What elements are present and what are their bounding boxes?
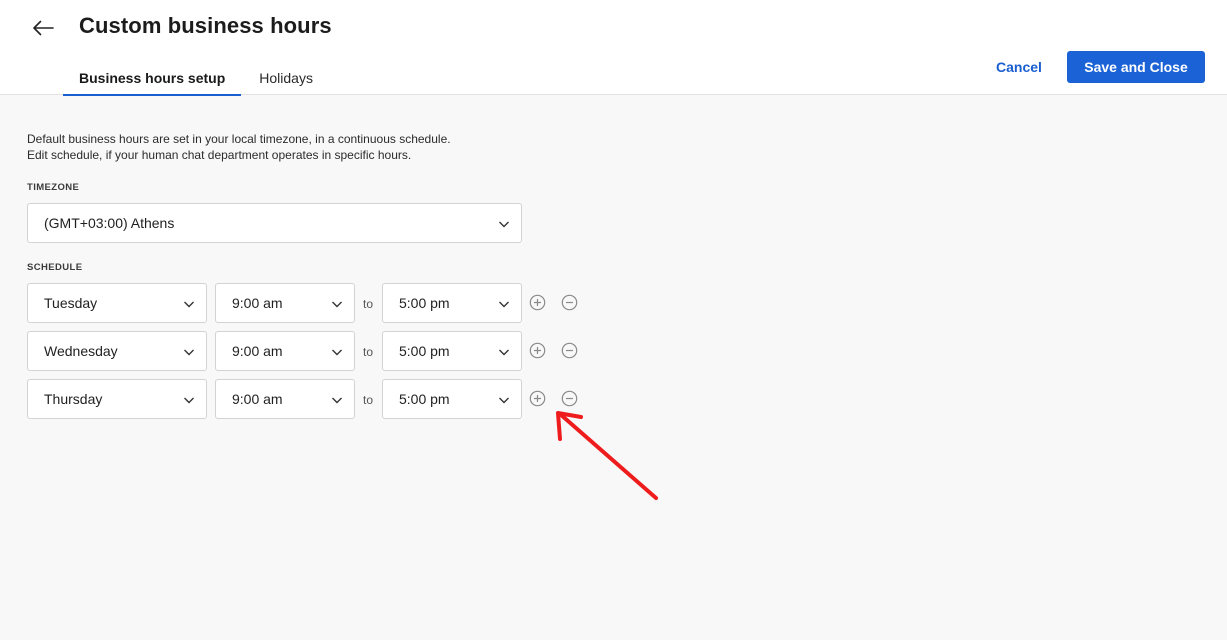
- cancel-button[interactable]: Cancel: [984, 52, 1054, 82]
- schedule-label: SCHEDULE: [27, 262, 83, 273]
- chevron-down-icon: [499, 301, 509, 308]
- chevron-down-icon: [184, 301, 194, 308]
- schedule-start-value: 9:00 am: [232, 343, 283, 359]
- description: Default business hours are set in your l…: [27, 131, 451, 163]
- minus-circle-icon[interactable]: [561, 390, 578, 407]
- tab-business-hours-setup[interactable]: Business hours setup: [63, 62, 242, 96]
- schedule-day-value: Wednesday: [44, 343, 118, 359]
- tab-bar: Business hours setup Holidays: [63, 62, 329, 96]
- description-line-1: Default business hours are set in your l…: [27, 132, 451, 146]
- to-label: to: [363, 297, 374, 311]
- chevron-down-icon: [499, 397, 509, 404]
- schedule-day-select[interactable]: Wednesday: [27, 331, 207, 371]
- page-header: Custom business hours Business hours set…: [0, 0, 1227, 96]
- chevron-down-icon: [332, 349, 342, 356]
- timezone-label: TIMEZONE: [27, 182, 80, 193]
- schedule-start-select[interactable]: 9:00 am: [215, 283, 355, 323]
- arrow-left-icon: [33, 20, 54, 36]
- schedule-end-select[interactable]: 5:00 pm: [382, 379, 522, 419]
- schedule-start-select[interactable]: 9:00 am: [215, 379, 355, 419]
- description-line-2: Edit schedule, if your human chat depart…: [27, 148, 412, 162]
- schedule-end-select[interactable]: 5:00 pm: [382, 331, 522, 371]
- chevron-down-icon: [499, 221, 509, 228]
- timezone-select[interactable]: (GMT+03:00) Athens: [27, 203, 522, 243]
- minus-circle-icon[interactable]: [561, 294, 578, 311]
- chevron-down-icon: [184, 349, 194, 356]
- to-label: to: [363, 393, 374, 407]
- plus-circle-icon[interactable]: [529, 342, 546, 359]
- annotation-arrow-icon: [556, 411, 658, 500]
- chevron-down-icon: [499, 349, 509, 356]
- schedule-start-select[interactable]: 9:00 am: [215, 331, 355, 371]
- schedule-start-value: 9:00 am: [232, 295, 283, 311]
- schedule-end-value: 5:00 pm: [399, 343, 450, 359]
- save-and-close-button[interactable]: Save and Close: [1067, 51, 1205, 83]
- minus-circle-icon[interactable]: [561, 342, 578, 359]
- schedule-day-value: Tuesday: [44, 295, 98, 311]
- back-button[interactable]: [28, 14, 58, 42]
- timezone-value: (GMT+03:00) Athens: [44, 215, 175, 231]
- schedule-end-value: 5:00 pm: [399, 391, 450, 407]
- to-label: to: [363, 345, 374, 359]
- chevron-down-icon: [184, 397, 194, 404]
- page-title: Custom business hours: [79, 13, 332, 38]
- tab-holidays[interactable]: Holidays: [243, 62, 329, 95]
- schedule-day-select[interactable]: Tuesday: [27, 283, 207, 323]
- chevron-down-icon: [332, 397, 342, 404]
- schedule-end-value: 5:00 pm: [399, 295, 450, 311]
- schedule-start-value: 9:00 am: [232, 391, 283, 407]
- schedule-end-select[interactable]: 5:00 pm: [382, 283, 522, 323]
- schedule-day-select[interactable]: Thursday: [27, 379, 207, 419]
- plus-circle-icon[interactable]: [529, 294, 546, 311]
- chevron-down-icon: [332, 301, 342, 308]
- plus-circle-icon[interactable]: [529, 390, 546, 407]
- schedule-day-value: Thursday: [44, 391, 103, 407]
